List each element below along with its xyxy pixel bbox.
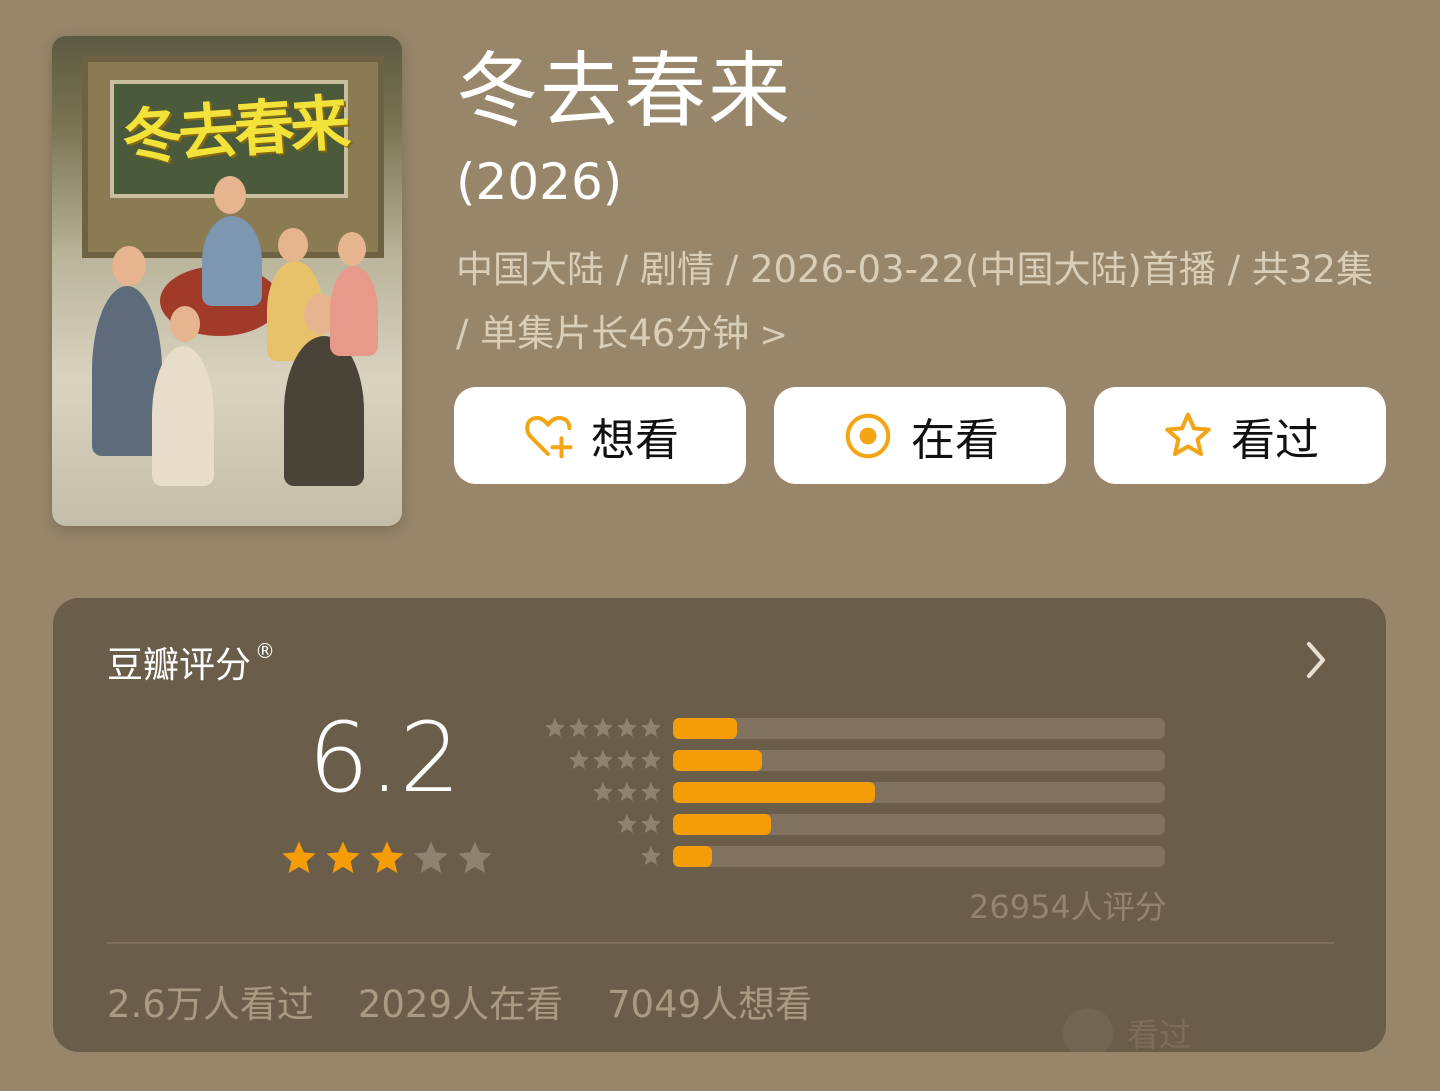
watermark-avatar <box>1063 1008 1113 1052</box>
distribution-bar-track <box>673 845 1165 867</box>
distribution-bar-fill <box>673 781 875 803</box>
poster-figure-head <box>112 246 146 286</box>
star-icon <box>593 782 613 801</box>
star-icon <box>641 782 661 801</box>
poster-figure <box>152 346 214 486</box>
page-title: 冬去春来 <box>456 44 793 139</box>
star-icon <box>593 718 613 737</box>
watched-button[interactable]: 看过 <box>1094 387 1386 484</box>
poster-figure-head <box>278 228 308 262</box>
star-empty-icon <box>414 841 448 873</box>
meta-text: 中国大陆 / 剧情 / 2026-03-22(中国大陆)首播 / 共32集 / … <box>456 248 1373 355</box>
distribution-row-3 <box>523 780 1165 804</box>
star-empty-icon <box>458 841 492 873</box>
distribution-stars <box>523 780 663 804</box>
meta-info[interactable]: 中国大陆 / 剧情 / 2026-03-22(中国大陆)首播 / 共32集 / … <box>456 238 1376 367</box>
want-to-watch-button[interactable]: 想看 <box>454 387 746 484</box>
watched-label: 看过 <box>1231 414 1319 466</box>
poster-figure-head <box>214 176 246 214</box>
distribution-stars <box>523 716 663 740</box>
star-icon <box>641 718 661 737</box>
star-icon <box>641 846 661 865</box>
star-icon <box>569 750 589 769</box>
heart-plus-icon <box>525 415 573 458</box>
distribution-row-4 <box>523 748 1165 772</box>
target-circle-icon <box>845 413 891 458</box>
rating-title: 豆瓣评分 ® <box>107 636 275 688</box>
poster-image[interactable]: 冬去春来 <box>52 36 402 526</box>
chevron-right-icon[interactable] <box>1301 638 1331 682</box>
star-outline-icon <box>1165 412 1211 456</box>
distribution-bar-fill <box>673 845 713 867</box>
poster-figure <box>202 216 262 306</box>
rating-stars <box>279 838 495 878</box>
rating-title-text: 豆瓣评分 <box>107 645 252 686</box>
stat-watching[interactable]: 2029人在看 <box>358 974 563 1028</box>
chevron-right-icon: > <box>759 315 788 355</box>
distribution-stars <box>523 812 663 836</box>
star-filled-icon <box>326 841 360 873</box>
star-icon <box>569 718 589 737</box>
poster-figure <box>330 266 378 356</box>
star-icon <box>617 750 637 769</box>
distribution-bar-track <box>673 749 1165 771</box>
rating-score: 6.2 <box>308 702 461 814</box>
star-icon <box>593 750 613 769</box>
star-filled-icon <box>370 841 404 873</box>
distribution-row-2 <box>523 812 1165 836</box>
distribution-bar-fill <box>673 813 772 835</box>
star-icon <box>617 718 637 737</box>
star-filled-icon <box>282 841 316 873</box>
distribution-bar-track <box>673 781 1165 803</box>
want-to-watch-label: 想看 <box>591 414 679 466</box>
stat-want[interactable]: 7049人想看 <box>607 974 812 1028</box>
watermark-text: 看过 <box>1127 1016 1192 1052</box>
star-icon <box>545 718 565 737</box>
poster-figure-head <box>338 232 366 266</box>
poster-figure-head <box>170 306 200 342</box>
rating-card[interactable]: 豆瓣评分 ® 6.2 26954人评分 2.6万人看过 2029人在看 7049人… <box>53 598 1386 1052</box>
distribution-bar-track <box>673 717 1165 739</box>
distribution-bar-track <box>673 813 1165 835</box>
watching-label: 在看 <box>911 414 999 466</box>
registered-mark: ® <box>255 639 276 663</box>
distribution-stars <box>523 748 663 772</box>
star-icon <box>641 814 661 833</box>
rating-count: 26954人评分 <box>969 888 1167 926</box>
distribution-row-1 <box>523 844 1165 868</box>
stat-watched[interactable]: 2.6万人看过 <box>107 974 314 1028</box>
star-icon <box>617 782 637 801</box>
release-year: (2026) <box>456 153 623 211</box>
poster-title-art: 冬去春来 <box>120 88 349 174</box>
star-icon <box>617 814 637 833</box>
star-icon <box>641 750 661 769</box>
stats-row: 2.6万人看过 2029人在看 7049人想看 <box>107 974 812 1028</box>
distribution-stars <box>523 844 663 868</box>
watching-button[interactable]: 在看 <box>774 387 1066 484</box>
poster-figure <box>284 336 364 486</box>
watermark: 看过 <box>1063 1008 1191 1052</box>
divider <box>107 942 1334 944</box>
distribution-bar-fill <box>673 749 762 771</box>
distribution-bar-fill <box>673 717 737 739</box>
distribution-row-5 <box>523 716 1165 740</box>
